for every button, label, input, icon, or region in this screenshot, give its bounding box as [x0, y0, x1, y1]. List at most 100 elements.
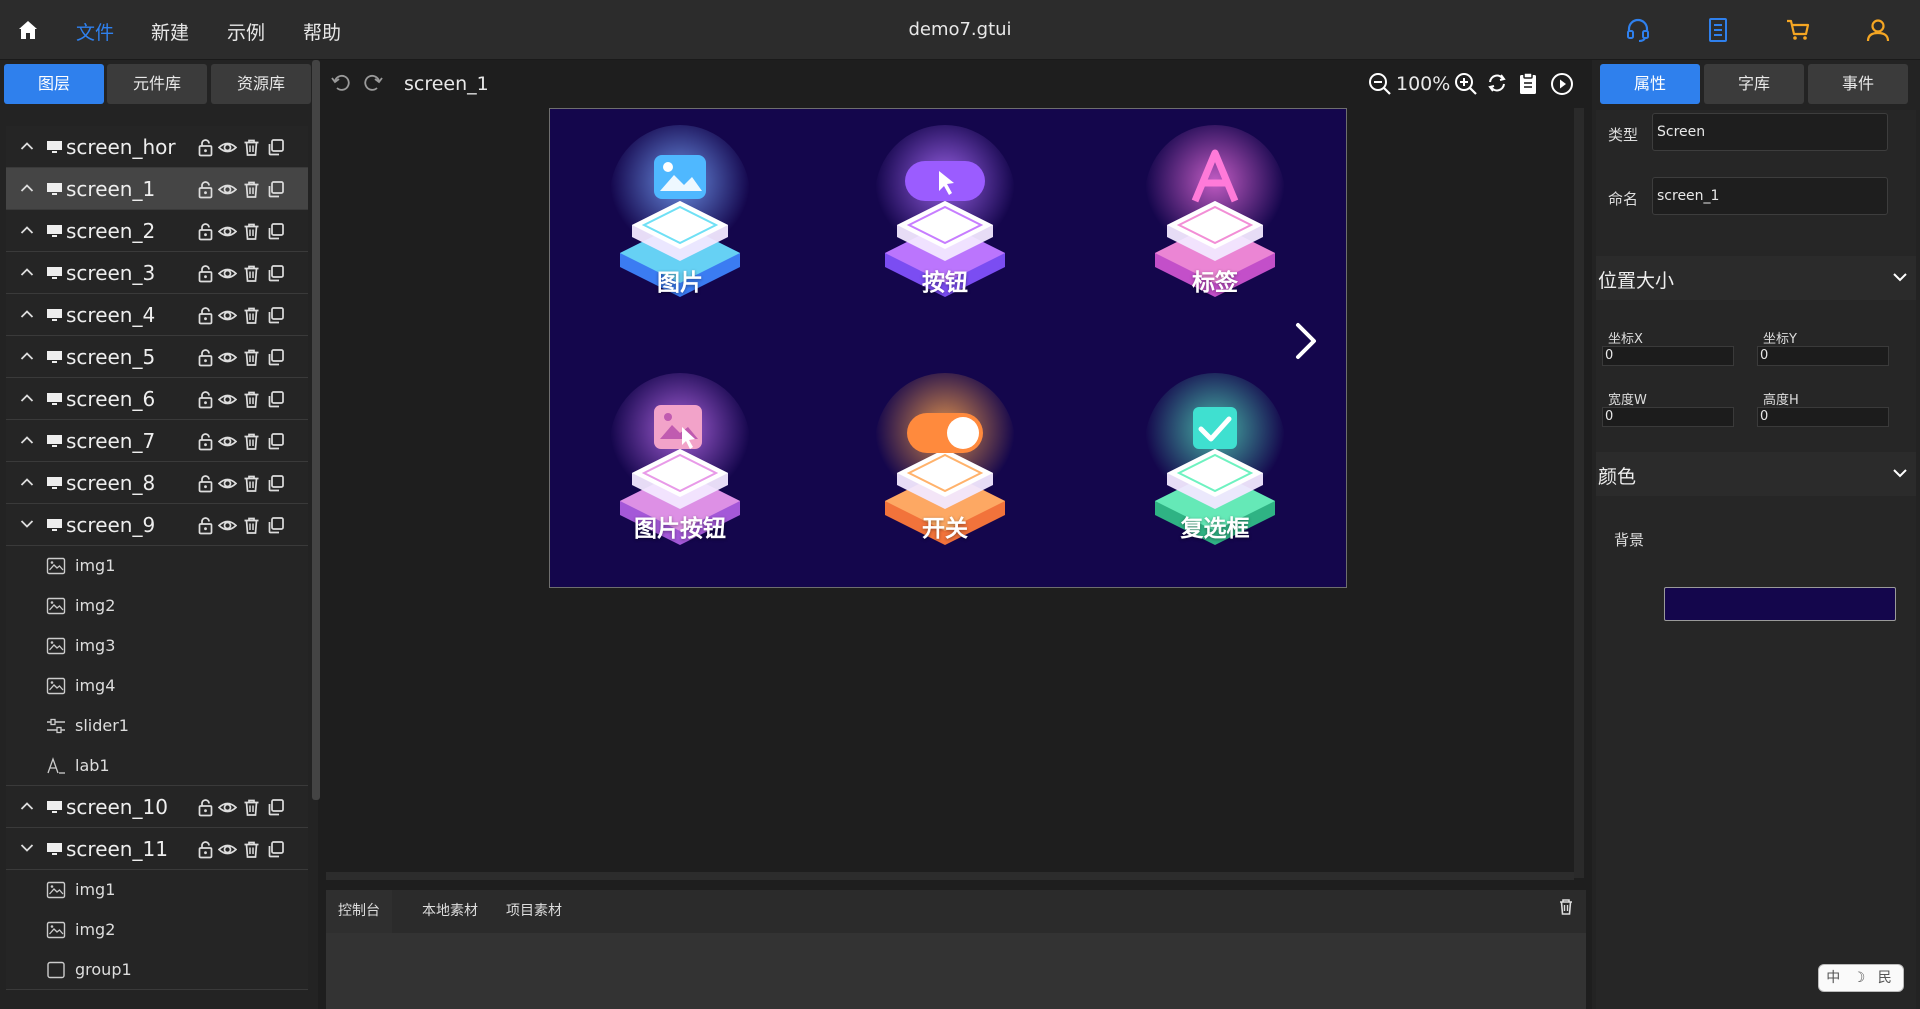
chevron-up-icon[interactable] [20, 351, 34, 361]
widget-tile[interactable]: 图片 [560, 125, 800, 325]
lock-icon[interactable] [196, 390, 215, 409]
widget-tile[interactable]: 图片按钮 [560, 373, 800, 573]
tab-resources[interactable]: 资源库 [211, 64, 311, 104]
clipboard-icon[interactable] [1518, 71, 1538, 95]
lock-icon[interactable] [196, 798, 215, 817]
layer-row-child[interactable]: img1 [6, 546, 308, 586]
layer-row-child[interactable]: img2 [6, 910, 308, 950]
copy-icon[interactable] [266, 474, 285, 493]
ime-toolbar[interactable]: 中 ☽ ⺠ [1818, 964, 1904, 992]
layer-row-screen[interactable]: screen_9 [6, 504, 308, 546]
copy-icon[interactable] [266, 180, 285, 199]
lock-icon[interactable] [196, 840, 215, 859]
chevron-up-icon[interactable] [20, 267, 34, 277]
tab-components[interactable]: 元件库 [107, 64, 207, 104]
chevron-up-icon[interactable] [20, 225, 34, 235]
layer-row-screen[interactable]: screen_7 [6, 420, 308, 462]
eye-icon[interactable] [218, 798, 237, 817]
lock-icon[interactable] [196, 138, 215, 157]
eye-icon[interactable] [218, 840, 237, 859]
trash-icon[interactable] [242, 516, 261, 535]
eye-icon[interactable] [218, 348, 237, 367]
layer-row-child[interactable]: img4 [6, 666, 308, 706]
eye-icon[interactable] [218, 390, 237, 409]
trash-icon[interactable] [242, 138, 261, 157]
zoom-in-icon[interactable] [1454, 72, 1478, 96]
height-input[interactable]: 0 [1757, 407, 1889, 427]
undo-icon[interactable] [330, 72, 352, 94]
widget-tile[interactable]: 按钮 [825, 125, 1065, 325]
copy-icon[interactable] [266, 432, 285, 451]
eye-icon[interactable] [218, 138, 237, 157]
eye-icon[interactable] [218, 306, 237, 325]
pos-x-input[interactable]: 0 [1602, 346, 1734, 366]
layer-row-child[interactable]: lab1 [6, 746, 308, 786]
lock-icon[interactable] [196, 432, 215, 451]
tab-project-assets[interactable]: 项目素材 [494, 890, 574, 933]
layer-row-screen[interactable]: screen_10 [6, 786, 308, 828]
layer-row-screen[interactable]: screen_3 [6, 252, 308, 294]
tab-fonts[interactable]: 字库 [1704, 64, 1804, 104]
eye-icon[interactable] [218, 180, 237, 199]
pos-y-input[interactable]: 0 [1757, 346, 1889, 366]
layer-row-screen[interactable]: screen_6 [6, 378, 308, 420]
lock-icon[interactable] [196, 306, 215, 325]
tab-local-assets[interactable]: 本地素材 [410, 890, 490, 933]
name-field[interactable]: screen_1 [1652, 177, 1888, 215]
zoom-out-icon[interactable] [1368, 72, 1392, 96]
copy-icon[interactable] [266, 264, 285, 283]
cart-icon[interactable] [1784, 16, 1812, 44]
copy-icon[interactable] [266, 390, 285, 409]
lock-icon[interactable] [196, 474, 215, 493]
section-color[interactable]: 颜色 [1596, 452, 1916, 496]
chevron-up-icon[interactable] [20, 141, 34, 151]
eye-icon[interactable] [218, 222, 237, 241]
copy-icon[interactable] [266, 798, 285, 817]
lock-icon[interactable] [196, 516, 215, 535]
layer-row-child[interactable]: img3 [6, 626, 308, 666]
menu-examples[interactable]: 示例 [227, 18, 265, 45]
type-field[interactable]: Screen [1652, 113, 1888, 151]
layer-row-screen[interactable]: screen_2 [6, 210, 308, 252]
copy-icon[interactable] [266, 840, 285, 859]
trash-icon[interactable] [242, 348, 261, 367]
canvas-horizontal-scrollbar[interactable] [326, 872, 1574, 880]
trash-icon[interactable] [242, 798, 261, 817]
trash-icon[interactable] [1558, 898, 1574, 916]
menu-new[interactable]: 新建 [151, 18, 189, 45]
trash-icon[interactable] [242, 222, 261, 241]
layers-scrollbar[interactable] [312, 60, 320, 800]
tab-events[interactable]: 事件 [1808, 64, 1908, 104]
layer-row-screen[interactable]: screen_hor [6, 126, 308, 168]
trash-icon[interactable] [242, 474, 261, 493]
chevron-down-icon[interactable] [20, 519, 34, 529]
trash-icon[interactable] [242, 180, 261, 199]
user-icon[interactable] [1864, 16, 1892, 44]
layer-row-screen[interactable]: screen_4 [6, 294, 308, 336]
lock-icon[interactable] [196, 348, 215, 367]
trash-icon[interactable] [242, 432, 261, 451]
layer-row-child[interactable]: img2 [6, 586, 308, 626]
trash-icon[interactable] [242, 306, 261, 325]
chevron-right-icon[interactable] [1294, 321, 1318, 361]
layer-row-child[interactable]: img1 [6, 870, 308, 910]
tab-properties[interactable]: 属性 [1600, 64, 1700, 104]
width-input[interactable]: 0 [1602, 407, 1734, 427]
copy-icon[interactable] [266, 138, 285, 157]
trash-icon[interactable] [242, 264, 261, 283]
layer-row-screen[interactable]: screen_11 [6, 828, 308, 870]
chevron-up-icon[interactable] [20, 477, 34, 487]
layer-row-child[interactable]: slider1 [6, 706, 308, 746]
copy-icon[interactable] [266, 348, 285, 367]
chevron-up-icon[interactable] [20, 801, 34, 811]
document-icon[interactable] [1704, 16, 1732, 44]
eye-icon[interactable] [218, 516, 237, 535]
lock-icon[interactable] [196, 180, 215, 199]
background-color-swatch[interactable] [1664, 587, 1896, 621]
eye-icon[interactable] [218, 264, 237, 283]
chevron-up-icon[interactable] [20, 183, 34, 193]
chevron-down-icon[interactable] [20, 843, 34, 853]
canvas-vertical-scrollbar[interactable] [1574, 108, 1584, 878]
refresh-icon[interactable] [1486, 72, 1508, 94]
copy-icon[interactable] [266, 516, 285, 535]
